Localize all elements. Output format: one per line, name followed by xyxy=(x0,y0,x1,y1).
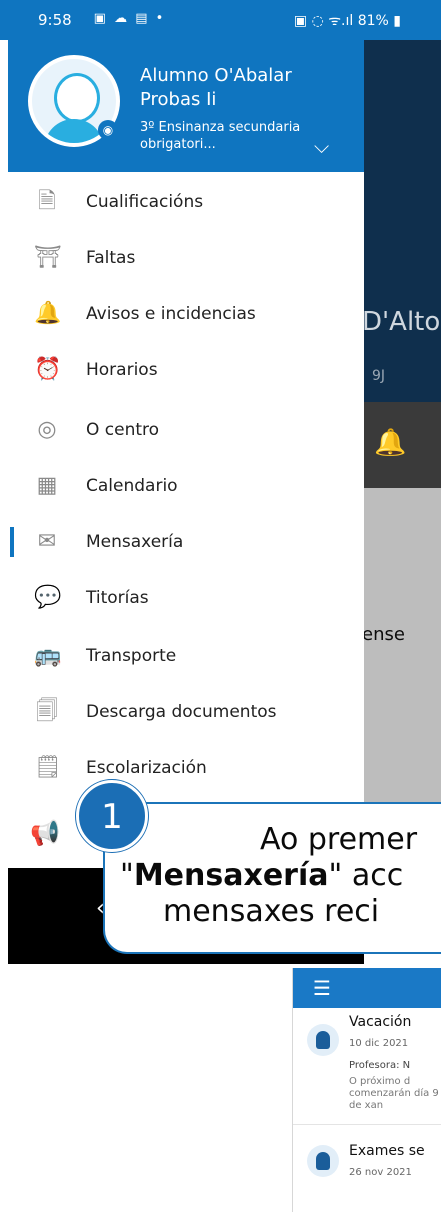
background-sub: 9J xyxy=(372,368,386,384)
callout-line-1: Ao premer xyxy=(260,822,418,857)
step-badge: 1 xyxy=(76,780,148,852)
message-title: Exames se xyxy=(349,1143,425,1159)
calendar-icon: ▦ xyxy=(36,473,58,498)
background-title: D'Alto xyxy=(362,307,441,337)
megaphone-icon[interactable]: 📢 xyxy=(30,819,60,847)
message-title: Vacación xyxy=(349,1014,412,1030)
menu-item-horarios[interactable]: ⏰ Horarios xyxy=(0,342,364,398)
menu-item-escolarizacion[interactable]: 🗒 Escolarización xyxy=(0,740,364,796)
menu-item-transporte[interactable]: 🚌 Transporte xyxy=(0,628,364,684)
callout-bold: Mensaxería xyxy=(133,858,329,893)
list-item[interactable]: Vacación 10 dic 2021 Profesora: N O próx… xyxy=(293,1012,441,1124)
list-item[interactable]: Exames se 26 nov 2021 xyxy=(293,1124,441,1215)
menu-icon: ☰ xyxy=(313,976,331,1000)
message-date: 26 nov 2021 xyxy=(349,1167,412,1178)
pdf-icon: 🗐 xyxy=(36,699,58,724)
active-indicator xyxy=(10,527,14,557)
phone-preview: ☰ Vacación 10 dic 2021 Profesora: N O pr… xyxy=(292,968,441,1212)
background-text: ense xyxy=(362,624,405,645)
background-app: D'Alto 9J 🔔 ense xyxy=(362,40,441,860)
callout-line-2: "Mensaxería" acc xyxy=(120,858,404,893)
avatar-icon xyxy=(307,1024,339,1056)
bell-icon: 🔔 xyxy=(374,428,407,458)
document-icon: 🗎 xyxy=(38,189,56,214)
menu-item-cualificacions[interactable]: 🗎 Cualificacións xyxy=(0,174,364,230)
battery-indicator: ▣ ◌ ᯤ.ıl 81% ▮ xyxy=(293,13,401,29)
desk-icon: ⛩ xyxy=(34,245,62,270)
preview-toolbar: ☰ xyxy=(293,968,441,1008)
menu-item-faltas[interactable]: ⛩ Faltas xyxy=(0,230,364,286)
message-date: 10 dic 2021 xyxy=(349,1038,409,1049)
callout-line-3: mensaxes reci xyxy=(163,894,380,929)
chat-bubble-icon: 💬 xyxy=(34,585,62,610)
menu-item-descarga[interactable]: 🗐 Descarga documentos xyxy=(0,684,364,740)
menu-item-calendario[interactable]: ▦ Calendario xyxy=(0,458,364,514)
certificate-icon: 🗒 xyxy=(34,755,62,780)
notification-icons: ▣ ☁ ▤ • xyxy=(63,11,166,26)
bus-icon: 🚌 xyxy=(34,643,62,668)
bell-icon: 🔔 xyxy=(34,301,62,326)
course-selector[interactable]: 3º Ensinanza secundaria obrigatori... xyxy=(140,119,320,153)
chevron-down-icon[interactable]: ⌵ xyxy=(314,134,329,158)
user-name: Alumno O'Abalar Probas Ii xyxy=(140,65,292,110)
tutorial-callout: Ao premer "Mensaxería" acc mensaxes reci xyxy=(103,802,441,954)
menu-item-mensaxeria[interactable]: ✉ Mensaxería xyxy=(0,514,364,570)
message-body: O próximo d comenzarán día 9 de xan xyxy=(349,1076,439,1111)
location-icon: ◎ xyxy=(37,417,57,442)
menu-item-titorias[interactable]: 💬 Titorías xyxy=(0,570,364,626)
alarm-clock-icon: ⏰ xyxy=(34,357,62,382)
camera-icon[interactable]: ◉ xyxy=(98,120,118,140)
status-bar: 9:58 ▣ ☁ ▤ • ▣ ◌ ᯤ.ıl 81% ▮ xyxy=(0,0,441,40)
menu-item-o-centro[interactable]: ◎ O centro xyxy=(0,402,364,458)
menu-item-avisos[interactable]: 🔔 Avisos e incidencias xyxy=(0,286,364,342)
avatar-icon xyxy=(307,1145,339,1177)
callout-rest: " acc xyxy=(328,858,404,893)
envelope-icon: ✉ xyxy=(37,529,57,554)
message-author: Profesora: N xyxy=(349,1060,411,1071)
drawer-menu: 🗎 Cualificacións ⛩ Faltas 🔔 Avisos e inc… xyxy=(0,172,364,812)
